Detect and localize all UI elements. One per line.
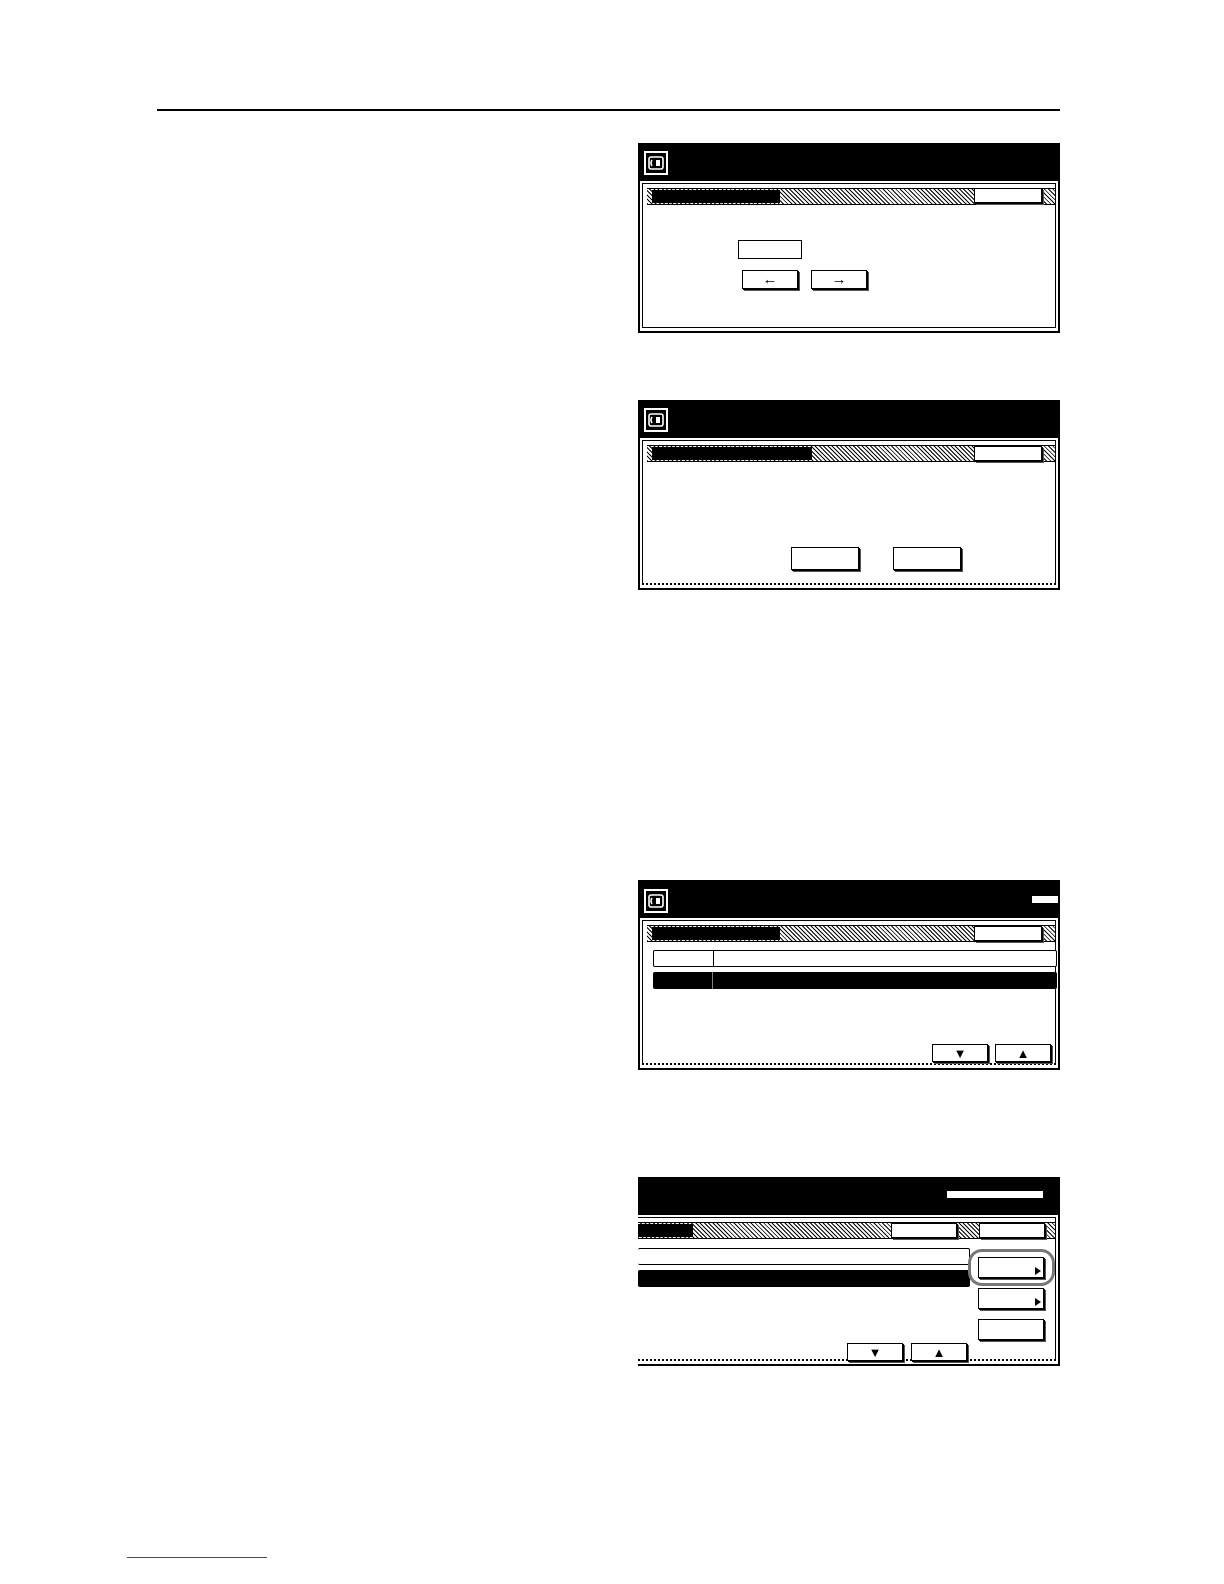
- scroll-down-button[interactable]: ▼: [932, 1044, 988, 1062]
- section-title-tab: [638, 1224, 693, 1237]
- fax-icon: [644, 408, 668, 432]
- up-triangle-icon: ▲: [932, 1344, 946, 1360]
- list-item-selected[interactable]: [638, 1270, 970, 1287]
- status-indicator: [947, 1191, 1043, 1198]
- value-display-field: [738, 240, 802, 259]
- list-header-row: [653, 950, 1057, 967]
- header-button-1[interactable]: [891, 1223, 957, 1238]
- corner-arrow-icon: [1035, 1298, 1041, 1306]
- screen-content: ▼ ▲: [638, 1217, 1056, 1361]
- confirm-option-button-1[interactable]: [791, 547, 859, 570]
- left-arrow-icon: ←: [762, 271, 778, 288]
- status-indicator: [1032, 896, 1058, 903]
- up-triangle-icon: ▲: [1016, 1045, 1030, 1061]
- header-rule: [157, 109, 1060, 111]
- column-divider: [713, 951, 714, 966]
- down-triangle-icon: ▼: [868, 1344, 882, 1360]
- confirm-option-button-2[interactable]: [893, 547, 961, 570]
- fax-icon: [644, 889, 668, 913]
- scroll-down-button[interactable]: ▼: [847, 1343, 903, 1361]
- list-item-selected[interactable]: [653, 972, 1057, 989]
- right-arrow-icon: →: [831, 271, 847, 288]
- delete-button[interactable]: [978, 1319, 1044, 1340]
- scroll-up-button[interactable]: ▲: [995, 1044, 1051, 1062]
- screen-content: ← →: [642, 183, 1056, 328]
- screen-title-bar: [640, 882, 1058, 918]
- section-title-tab: [652, 927, 780, 940]
- cursor-left-button[interactable]: ←: [742, 270, 798, 289]
- screen-title-bar: [640, 402, 1058, 438]
- screen-title-bar: [640, 145, 1058, 181]
- touch-panel-screen-1: ← →: [638, 143, 1060, 333]
- cursor-right-button[interactable]: →: [811, 270, 867, 289]
- scroll-up-button[interactable]: ▲: [911, 1343, 967, 1361]
- list-item[interactable]: [638, 1248, 970, 1265]
- screen-content: [642, 440, 1056, 585]
- section-title-tab: [652, 447, 812, 460]
- close-button[interactable]: [974, 188, 1042, 203]
- footer-link-underline[interactable]: [127, 1557, 267, 1558]
- touch-panel-screen-3: ▼ ▲: [638, 880, 1060, 1070]
- close-button[interactable]: [979, 1223, 1045, 1238]
- highlight-callout-ring: [968, 1249, 1055, 1286]
- screen-content: ▼ ▲: [642, 920, 1057, 1065]
- touch-panel-screen-2: [638, 400, 1060, 590]
- close-button[interactable]: [974, 926, 1042, 941]
- edit-button[interactable]: [978, 1288, 1044, 1309]
- down-triangle-icon: ▼: [953, 1045, 967, 1061]
- section-title-tab: [652, 190, 780, 203]
- fax-icon: [644, 151, 668, 175]
- close-button[interactable]: [974, 446, 1042, 461]
- column-divider: [712, 972, 713, 989]
